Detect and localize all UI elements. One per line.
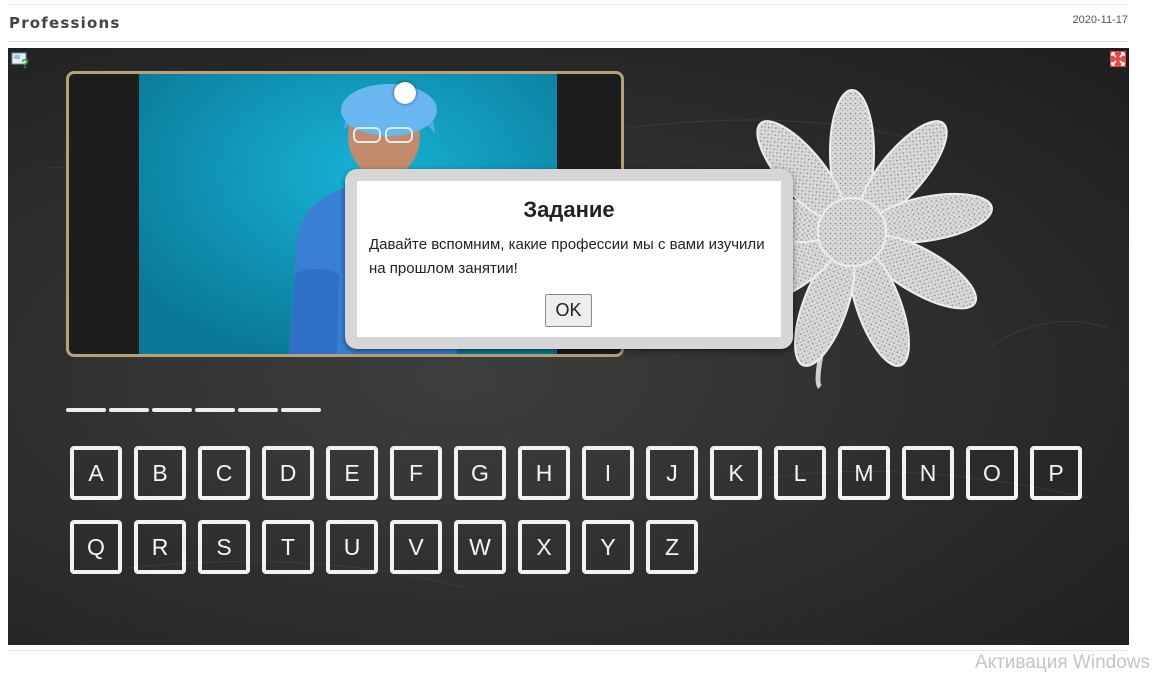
letter-key-p[interactable]: P xyxy=(1030,446,1082,500)
svg-text:?: ? xyxy=(21,56,29,69)
chalkboard-game: ? A B C D E F G H I J K L M N O P Q R S … xyxy=(8,48,1129,645)
answer-blank xyxy=(281,408,321,412)
letter-key-w[interactable]: W xyxy=(454,520,506,574)
fullscreen-icon[interactable] xyxy=(1110,51,1126,67)
letter-key-e[interactable]: E xyxy=(326,446,378,500)
dialog-title: Задание xyxy=(523,197,615,222)
letter-key-m[interactable]: M xyxy=(838,446,890,500)
answer-blank xyxy=(152,408,192,412)
letter-key-b[interactable]: B xyxy=(134,446,186,500)
windows-activation-watermark: Активация Windows xyxy=(974,652,1150,673)
letter-key-v[interactable]: V xyxy=(390,520,442,574)
top-rule xyxy=(8,4,1128,5)
letter-key-i[interactable]: I xyxy=(582,446,634,500)
ok-button[interactable]: OK xyxy=(545,294,592,327)
letter-key-d[interactable]: D xyxy=(262,446,314,500)
task-dialog-overlay: Задание Давайте вспомним, какие професси… xyxy=(345,169,793,349)
slider-knob[interactable] xyxy=(394,82,416,104)
letter-key-q[interactable]: Q xyxy=(70,520,122,574)
letter-key-o[interactable]: O xyxy=(966,446,1018,500)
letter-key-g[interactable]: G xyxy=(454,446,506,500)
task-dialog: Задание Давайте вспомним, какие професси… xyxy=(357,181,781,337)
footer-divider xyxy=(8,650,1128,651)
letter-key-a[interactable]: A xyxy=(70,446,122,500)
page-date: 2020-11-17 xyxy=(1072,14,1128,26)
letter-key-h[interactable]: H xyxy=(518,446,570,500)
letter-key-l[interactable]: L xyxy=(774,446,826,500)
answer-blank xyxy=(195,408,235,412)
dialog-message: Давайте вспомним, какие профессии мы с в… xyxy=(369,236,765,277)
help-icon[interactable]: ? xyxy=(11,51,29,69)
letter-key-x[interactable]: X xyxy=(518,520,570,574)
letter-key-z[interactable]: Z xyxy=(646,520,698,574)
answer-blank xyxy=(238,408,278,412)
letter-key-c[interactable]: C xyxy=(198,446,250,500)
answer-blank xyxy=(109,408,149,412)
letter-key-s[interactable]: S xyxy=(198,520,250,574)
header-divider xyxy=(8,41,1128,42)
letter-key-f[interactable]: F xyxy=(390,446,442,500)
letter-key-r[interactable]: R xyxy=(134,520,186,574)
letter-key-u[interactable]: U xyxy=(326,520,378,574)
letter-key-k[interactable]: K xyxy=(710,446,762,500)
letter-key-j[interactable]: J xyxy=(646,446,698,500)
letter-key-y[interactable]: Y xyxy=(582,520,634,574)
letter-key-n[interactable]: N xyxy=(902,446,954,500)
page-title: Professions xyxy=(9,14,121,32)
answer-blank xyxy=(66,408,106,412)
letter-key-t[interactable]: T xyxy=(262,520,314,574)
